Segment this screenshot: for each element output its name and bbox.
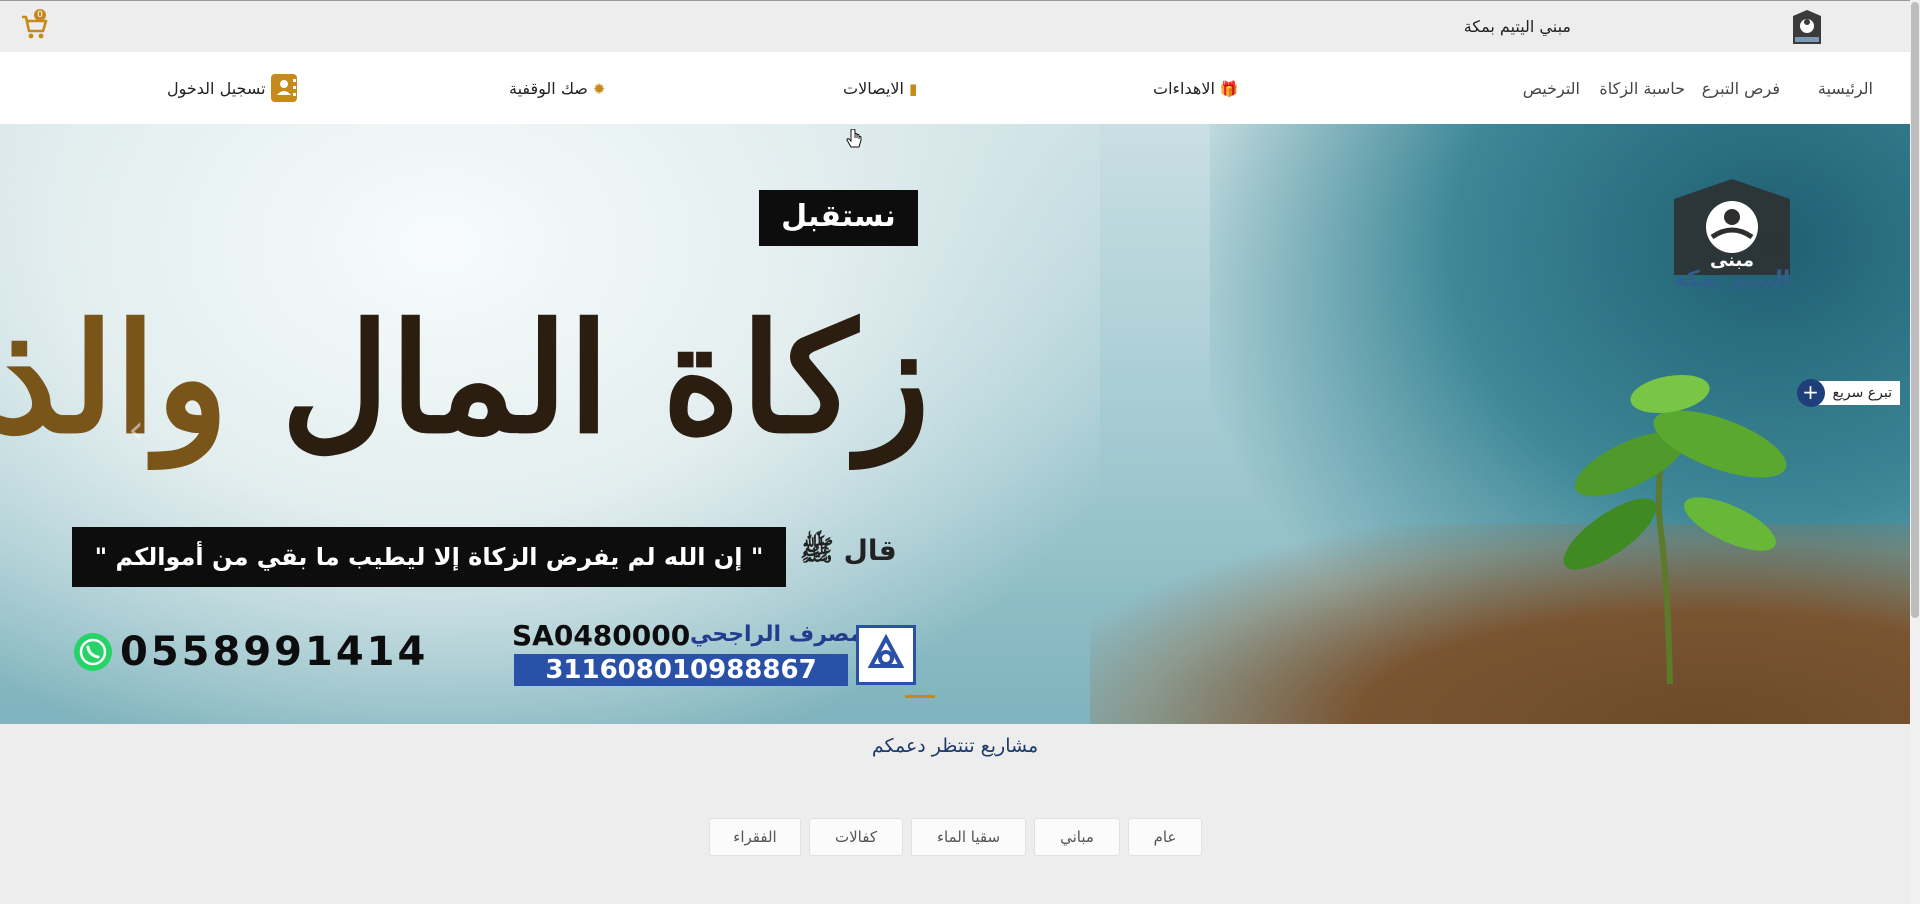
site-name: مبني اليتيم بمكة	[1463, 17, 1571, 36]
plant-image	[1563, 374, 1787, 684]
carousel-prev-arrow-icon[interactable]: ‹	[128, 407, 144, 453]
whatsapp-icon	[74, 633, 112, 671]
nav-link-home[interactable]: الرئيسية	[1818, 79, 1873, 98]
nav-link-zakat-calculator[interactable]: حاسبة الزكاة	[1599, 79, 1685, 98]
hero-banner[interactable]: نستقبل زكاة المال والذهب قال ﷺ " إن الله…	[0, 124, 1910, 724]
gift-icon: 🎁	[1219, 79, 1239, 98]
hero-phone: 0558991414	[74, 629, 428, 675]
phone-number: 0558991414	[120, 629, 429, 675]
hero-logo-line2: اليتيم بمكة	[1673, 267, 1791, 292]
hero-quote: " إن الله لم يفرض الزكاة إلا ليطيب ما بق…	[72, 527, 786, 587]
main-navbar: الرئيسية فرص التبرع حاسبة الزكاة الترخيص…	[0, 52, 1910, 124]
hand-cursor-icon	[846, 129, 862, 148]
filter-water-button[interactable]: سقيا الماء	[911, 818, 1026, 856]
bank-logo-icon	[856, 625, 916, 685]
nav-receipts[interactable]: ▮ الايصالات	[843, 79, 917, 98]
hero-logo-text: مبنى اليتيم بمكة	[1664, 250, 1800, 292]
filter-sponsorships-button[interactable]: كفالات	[809, 818, 903, 856]
nav-waqf-label: صك الوقفية	[509, 79, 588, 98]
nav-login[interactable]: تسجيل الدخول	[167, 74, 297, 102]
site-logo-icon[interactable]	[1790, 8, 1824, 46]
nav-receipts-label: الايصالات	[843, 79, 904, 98]
file-icon: ▮	[908, 79, 918, 98]
hero-headline-part1: زكاة المال	[280, 291, 936, 467]
filter-buildings-button[interactable]: مباني	[1034, 818, 1120, 856]
carousel-indicator[interactable]	[905, 695, 935, 698]
hero-headline: زكاة المال والذهب	[0, 264, 936, 504]
projects-section-title: مشاريع تنتظر دعمكم	[871, 735, 1039, 757]
quick-donate-button[interactable]: تبرع سريع +	[1796, 379, 1900, 407]
user-contact-icon	[270, 74, 297, 102]
nav-link-donation-opportunities[interactable]: فرص التبرع	[1702, 79, 1780, 98]
nav-gifts-label: الاهداءات	[1153, 79, 1215, 98]
cart-count-badge: 0	[34, 9, 46, 21]
hero-quote-prefix: قال ﷺ	[800, 534, 897, 567]
iban-line-1: SA0480000	[512, 619, 691, 652]
nav-gifts[interactable]: 🎁 الاهداءات	[1153, 79, 1239, 98]
iban-line-2: 311608010988867	[514, 654, 848, 686]
seal-icon: ✹	[592, 79, 606, 98]
filter-poor-button[interactable]: الفقراء	[709, 818, 801, 856]
nav-link-license[interactable]: الترخيص	[1523, 79, 1580, 98]
cart-button[interactable]: 0	[20, 9, 52, 43]
nav-waqf-deed[interactable]: ✹ صك الوقفية	[509, 79, 605, 98]
nav-login-label: تسجيل الدخول	[167, 78, 266, 98]
page-scrollbar[interactable]	[1910, 0, 1920, 904]
filter-general-button[interactable]: عام	[1128, 818, 1202, 856]
hero-badge: نستقبل	[759, 190, 918, 246]
hero-headline-part2: والذهب	[0, 291, 235, 467]
bank-name: مصرف الراجحي	[690, 622, 864, 647]
top-bar: مبني اليتيم بمكة 0	[0, 0, 1910, 53]
quick-donate-label: تبرع سريع	[1832, 385, 1892, 401]
plus-icon: +	[1796, 379, 1825, 407]
scrollbar-thumb[interactable]	[1911, 2, 1919, 618]
